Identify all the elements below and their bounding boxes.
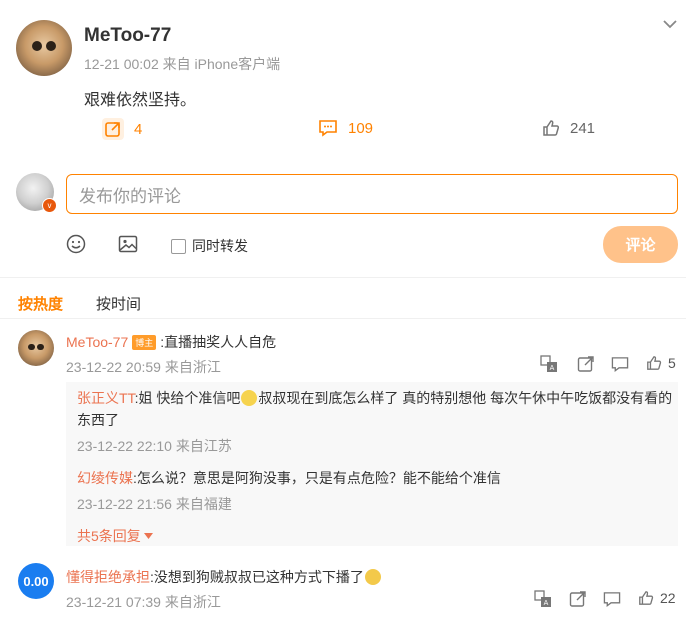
- thumbs-up-icon: [639, 591, 654, 605]
- image-icon[interactable]: [118, 234, 138, 254]
- comment-body: 懂得拒绝承担:没想到狗贼叔叔已这种方式下播了: [66, 567, 382, 587]
- comment-count: 109: [348, 119, 374, 137]
- comment-button[interactable]: 109: [318, 119, 373, 137]
- thumbs-up-icon: [542, 119, 560, 137]
- pleading-emoji-icon: [364, 569, 381, 585]
- like-count: 241: [570, 119, 596, 137]
- post-meta: 12-21 00:02 来自 iPhone客户端: [84, 56, 281, 72]
- svg-text:A: A: [550, 365, 555, 372]
- comment-icon: [318, 119, 338, 137]
- comment-like-button[interactable]: 5: [646, 355, 676, 371]
- comment-meta: 23-12-22 20:59 来自浙江: [66, 359, 221, 375]
- repost-count: 4: [134, 120, 143, 138]
- comment-body: MeToo-77 博主:直播抽奖人人自危: [66, 332, 276, 352]
- more-replies-label: 共5条回复: [77, 528, 141, 544]
- reply-username[interactable]: 张正义TT: [77, 390, 135, 406]
- repost-icon: [102, 118, 124, 140]
- checkbox-icon: [171, 238, 186, 254]
- more-replies-link[interactable]: 共5条回复: [77, 526, 153, 546]
- share-icon[interactable]: [569, 590, 587, 608]
- reply-item: 幻绫传媒:怎么说？意思是阿狗没事，只是有点危险？能不能给个准信: [77, 468, 501, 488]
- translate-icon[interactable]: A: [540, 355, 558, 373]
- reply-meta: 23-12-22 22:10 来自江苏: [77, 438, 232, 454]
- reply-username[interactable]: 幻绫传媒: [77, 470, 133, 486]
- thumbs-up-icon: [647, 356, 662, 370]
- like-button[interactable]: 241: [542, 119, 595, 137]
- author-badge: 博主: [132, 335, 157, 351]
- reply-meta: 23-12-22 21:56 来自福建: [77, 496, 232, 512]
- commenter-avatar[interactable]: 0.00: [18, 563, 54, 599]
- comment-meta: 23-12-21 07:39 来自浙江: [66, 594, 221, 610]
- divider: [0, 318, 686, 319]
- translate-icon[interactable]: A: [534, 590, 552, 608]
- comment-input[interactable]: 发布你的评论: [66, 174, 678, 214]
- author-avatar[interactable]: [16, 20, 72, 76]
- divider: [0, 277, 686, 278]
- reply-icon[interactable]: [603, 590, 621, 608]
- verified-badge-icon: v: [42, 198, 57, 213]
- submit-comment-button[interactable]: 评论: [603, 226, 678, 263]
- comment-like-count: 5: [668, 355, 676, 371]
- svg-text:A: A: [544, 600, 549, 607]
- comment-text: :没想到狗贼叔叔已这种方式下播了: [150, 569, 364, 585]
- author-name[interactable]: MeToo-77: [84, 25, 171, 47]
- tab-time[interactable]: 按时间: [96, 293, 141, 314]
- chevron-down-icon[interactable]: [660, 14, 680, 34]
- comment-text: :直播抽奖人人自危: [160, 334, 277, 350]
- comment-like-count: 22: [660, 590, 676, 606]
- emoji-icon[interactable]: [66, 234, 86, 254]
- post-text: 艰难依然坚持。: [84, 92, 197, 109]
- caret-down-icon: [143, 533, 153, 539]
- share-icon[interactable]: [577, 355, 595, 373]
- avatar-text: 0.00: [23, 573, 49, 589]
- commenter-name[interactable]: MeToo-77: [66, 334, 128, 350]
- crying-emoji-icon: [241, 390, 258, 406]
- repost-button[interactable]: 4: [102, 118, 142, 140]
- commenter-avatar[interactable]: [18, 330, 54, 366]
- reply-item: 张正义TT:姐 快给个准信吧 叔叔现在到底怎么样了 真的特别想他 每次午休中午吃饭…: [77, 387, 673, 431]
- commenter-name[interactable]: 懂得拒绝承担: [66, 569, 150, 585]
- comment-input-placeholder: 发布你的评论: [79, 186, 181, 206]
- reply-icon[interactable]: [611, 355, 629, 373]
- comment-like-button[interactable]: 22: [638, 590, 676, 606]
- repost-checkbox[interactable]: 同时转发: [171, 236, 248, 256]
- tab-hot[interactable]: 按热度: [18, 293, 63, 314]
- reply-text: :姐 快给个准信吧: [134, 390, 241, 406]
- repost-checkbox-label: 同时转发: [192, 238, 248, 254]
- reply-text: :怎么说？意思是阿狗没事，只是有点危险？能不能给个准信: [133, 470, 501, 486]
